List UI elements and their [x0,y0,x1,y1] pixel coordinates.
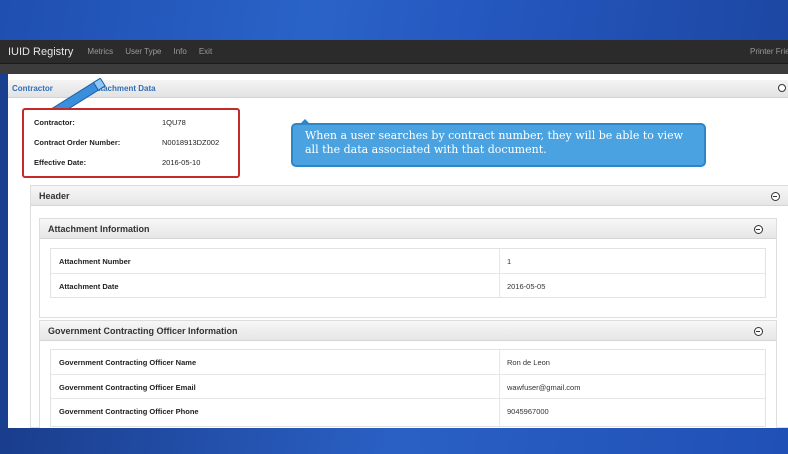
top-navbar: IUID Registry Metrics User Type Info Exi… [0,40,788,64]
table-row: Government Contracting Officer Phone 904… [51,398,765,422]
header-section-title: Header [39,191,70,201]
officer-name-label: Government Contracting Officer Name [59,358,197,367]
nav-link-exit[interactable]: Exit [199,47,212,56]
summary-row-effective-date: Effective Date: 2016-05-10 [34,158,200,167]
collapse-officer-icon[interactable] [754,327,763,336]
nav-link-info[interactable]: Info [174,47,187,56]
background-bottom [0,428,788,454]
officer-email-value: wawfuser@gmail.com [507,383,581,392]
attachment-section-bar[interactable]: Attachment Information [40,219,776,239]
officer-section-title: Government Contracting Officer Informati… [48,326,238,336]
header-section: Header Attachment Information Attachment… [30,185,788,429]
nav-link-metrics[interactable]: Metrics [87,47,113,56]
brand-title[interactable]: IUID Registry [8,46,73,58]
subheader-band [0,64,788,74]
attachment-table: Attachment Number 1 Attachment Date 2016… [50,248,766,298]
order-number-value: N0018913DZ002 [162,138,220,147]
effective-date-label: Effective Date: [34,158,87,167]
attachment-date-value: 2016-05-05 [507,282,546,291]
attachment-number-value: 1 [507,257,512,266]
effective-date-value: 2016-05-10 [162,158,201,167]
table-row: Government Contracting Officer Name Ron … [51,350,765,374]
collapse-icon[interactable] [778,84,786,92]
printer-friendly-link[interactable]: Printer Frien [750,47,788,56]
officer-table: Government Contracting Officer Name Ron … [50,349,766,427]
officer-phone-label: Government Contracting Officer Phone [59,407,199,416]
column-divider [499,249,500,297]
background-top [0,0,788,40]
attachment-date-label: Attachment Date [59,282,119,291]
contractor-label: Contractor: [34,118,75,127]
column-divider [499,350,500,426]
table-row: Government Contracting Officer Email waw… [51,374,765,398]
collapse-attachment-icon[interactable] [754,225,763,234]
main-content: Contractor Attachment Data Contractor: 1… [8,74,788,429]
nav-link-user-type[interactable]: User Type [125,47,161,56]
contractor-value: 1QU78 [162,118,186,127]
attachment-number-label: Attachment Number [59,257,131,266]
table-row: Attachment Date 2016-05-05 [51,273,765,297]
tutorial-callout: When a user searches by contract number,… [291,123,706,167]
breadcrumb: Contractor Attachment Data [8,80,788,98]
officer-phone-value: 9045967000 [507,407,549,416]
order-number-label: Contract Order Number: [34,138,121,147]
header-section-bar[interactable]: Header [31,186,788,206]
attachment-section: Attachment Information Attachment Number… [39,218,777,318]
contract-summary-box: Contractor: 1QU78 Contract Order Number:… [22,108,240,178]
officer-section-bar[interactable]: Government Contracting Officer Informati… [40,321,776,341]
summary-row-contractor: Contractor: 1QU78 [34,118,186,127]
collapse-header-icon[interactable] [771,192,780,201]
officer-name-value: Ron de Leon [507,358,550,367]
attachment-section-title: Attachment Information [48,224,150,234]
officer-section: Government Contracting Officer Informati… [39,320,777,429]
summary-row-order-number: Contract Order Number: N0018913DZ002 [34,138,219,147]
table-row: Attachment Number 1 [51,249,765,273]
officer-email-label: Government Contracting Officer Email [59,383,196,392]
